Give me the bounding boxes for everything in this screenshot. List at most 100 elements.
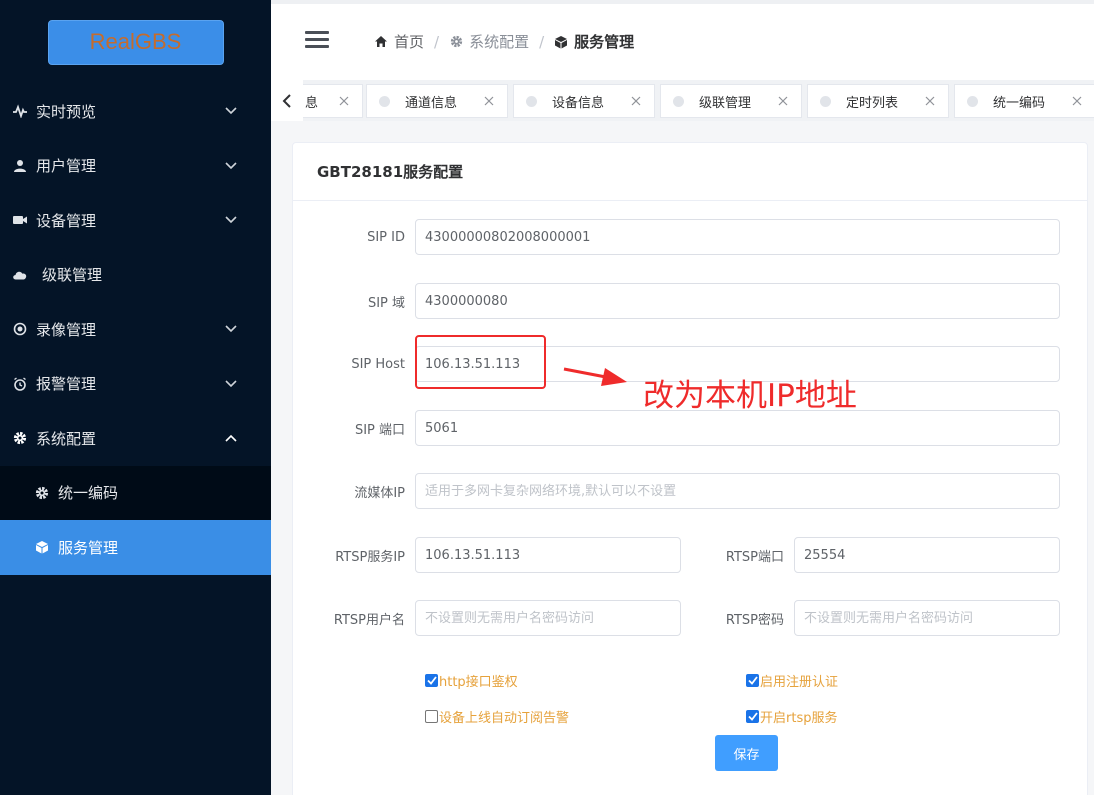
form-row-rtsp-pass: RTSP密码: [672, 600, 1060, 636]
tab-status-dot: [526, 95, 537, 107]
breadcrumb-label: 首页: [394, 33, 425, 51]
rtsp-ip-input[interactable]: [415, 537, 681, 573]
breadcrumb-label: 系统配置: [469, 33, 530, 51]
breadcrumb-separator: /: [539, 32, 545, 51]
rtsp-port-label: RTSP端口: [725, 549, 784, 565]
media-ip-label: 流媒体IP: [354, 485, 405, 501]
checkbox-label: 启用注册认证: [760, 675, 839, 690]
pulse-icon: [12, 103, 28, 119]
checkbox-checked-icon[interactable]: [746, 710, 759, 723]
close-icon[interactable]: [1071, 95, 1083, 107]
tab-label: 设备信息: [552, 95, 605, 111]
hamburger-menu-icon[interactable]: [305, 31, 329, 51]
gear-icon: [34, 485, 50, 501]
tab-status-dot: [379, 95, 390, 107]
logo-area: RealGBS: [0, 0, 271, 84]
sip-port-label: SIP 端口: [354, 422, 405, 438]
save-button[interactable]: 保存: [715, 735, 778, 771]
gear-icon: [12, 430, 28, 446]
sidebar: RealGBS 实时预览 用户管理 设备管理 级联管理 录像管理 报警管理 系统…: [0, 0, 271, 795]
chevron-down-icon: [225, 378, 237, 390]
sidebar-subitem-service-management[interactable]: 服务管理: [0, 520, 271, 575]
sidebar-item-label: 系统配置: [36, 429, 97, 448]
alarm-clock-icon: [12, 376, 28, 392]
tab-item[interactable]: 设备信息: [513, 84, 655, 118]
card-title: GBT28181服务配置: [293, 143, 1087, 201]
tab-status-dot: [967, 95, 978, 107]
tab-item[interactable]: 定时列表: [807, 84, 949, 118]
checkbox-checked-icon[interactable]: [746, 674, 759, 687]
gear-icon: [449, 35, 463, 49]
rtsp-port-input[interactable]: [794, 537, 1060, 573]
close-icon[interactable]: [338, 95, 350, 107]
form-row-media-ip: 流媒体IP: [293, 473, 1060, 509]
chevron-down-icon: [225, 323, 237, 335]
sidebar-item-cascade[interactable]: 级联管理: [0, 248, 271, 303]
checkbox-label: 开启rtsp服务: [760, 711, 838, 726]
sip-id-label: SIP ID: [367, 229, 405, 245]
tab-item[interactable]: 统一编码: [954, 84, 1094, 118]
tab-item[interactable]: 级联管理: [660, 84, 802, 118]
chevron-down-icon: [225, 160, 237, 172]
sidebar-item-label: 实时预览: [36, 102, 97, 121]
cloud-icon: [12, 267, 28, 283]
form-row-sip-domain: SIP 域: [293, 283, 1060, 319]
sidebar-item-label: 用户管理: [36, 157, 97, 176]
rtsp-user-input[interactable]: [415, 600, 681, 636]
cube-icon: [34, 539, 50, 555]
sidebar-item-label: 级联管理: [42, 266, 103, 285]
sip-port-input[interactable]: [415, 410, 1060, 446]
tabs-list: 息 通道信息 设备信息 级联管理 定时列表 统一编码: [303, 80, 1094, 121]
breadcrumb: 首页 / 系统配置 / 服务管理: [374, 31, 634, 52]
sidebar-item-alarms[interactable]: 报警管理: [0, 357, 271, 412]
sidebar-subitem-unified-coding[interactable]: 统一编码: [0, 466, 271, 521]
tab-item[interactable]: 息: [303, 84, 363, 118]
sidebar-item-users[interactable]: 用户管理: [0, 139, 271, 194]
tab-label: 定时列表: [846, 95, 899, 111]
sip-id-input[interactable]: [415, 219, 1060, 255]
checkbox-auto-subscribe-alarm[interactable]: 设备上线自动订阅告警: [425, 707, 569, 726]
sidebar-item-devices[interactable]: 设备管理: [0, 193, 271, 248]
close-icon[interactable]: [777, 95, 789, 107]
cube-icon: [554, 35, 568, 49]
media-ip-input[interactable]: [415, 473, 1060, 509]
form-row-sip-port: SIP 端口: [293, 410, 1060, 446]
checkbox-register-auth[interactable]: 启用注册认证: [746, 671, 838, 690]
checkbox-label: http接口鉴权: [439, 675, 518, 690]
rtsp-user-label: RTSP用户名: [333, 612, 405, 628]
breadcrumb-home[interactable]: 首页: [374, 31, 424, 52]
logo[interactable]: RealGBS: [47, 19, 224, 65]
checkbox-unchecked-icon[interactable]: [425, 710, 438, 723]
checkbox-checked-icon[interactable]: [425, 674, 438, 687]
home-icon: [374, 35, 388, 49]
video-camera-icon: [12, 212, 28, 228]
form-row-sip-id: SIP ID: [293, 219, 1060, 255]
system-config-submenu: 统一编码 服务管理: [0, 465, 271, 575]
annotation-highlight-box: [415, 335, 546, 389]
sidebar-item-label: 录像管理: [36, 320, 97, 339]
checkbox-label: 设备上线自动订阅告警: [439, 711, 570, 726]
tab-label: 通道信息: [405, 95, 458, 111]
breadcrumb-system-config[interactable]: 系统配置: [449, 31, 529, 52]
record-icon: [12, 321, 28, 337]
close-icon[interactable]: [630, 95, 642, 107]
tab-label: 息: [305, 95, 319, 111]
sidebar-item-system-config[interactable]: 系统配置: [0, 411, 271, 466]
top-header: 首页 / 系统配置 / 服务管理: [271, 0, 1094, 80]
tab-item[interactable]: 通道信息: [366, 84, 508, 118]
config-card: GBT28181服务配置 SIP ID SIP 域 SIP Host SIP 端…: [292, 142, 1088, 795]
chevron-up-icon: [225, 432, 237, 444]
close-icon[interactable]: [924, 95, 936, 107]
tab-scroll-left-icon[interactable]: [271, 80, 303, 121]
annotation-text: 改为本机IP地址: [643, 378, 857, 414]
checkbox-enable-rtsp[interactable]: 开启rtsp服务: [746, 707, 837, 726]
form-row-rtsp-ip: RTSP服务IP: [293, 537, 681, 573]
rtsp-pass-input[interactable]: [794, 600, 1060, 636]
close-icon[interactable]: [483, 95, 495, 107]
sidebar-item-recordings[interactable]: 录像管理: [0, 302, 271, 357]
tab-status-dot: [673, 95, 684, 107]
form-row-rtsp-port: RTSP端口: [672, 537, 1060, 573]
sidebar-item-live-preview[interactable]: 实时预览: [0, 84, 271, 139]
checkbox-http-auth[interactable]: http接口鉴权: [425, 671, 518, 690]
sip-domain-input[interactable]: [415, 283, 1060, 319]
